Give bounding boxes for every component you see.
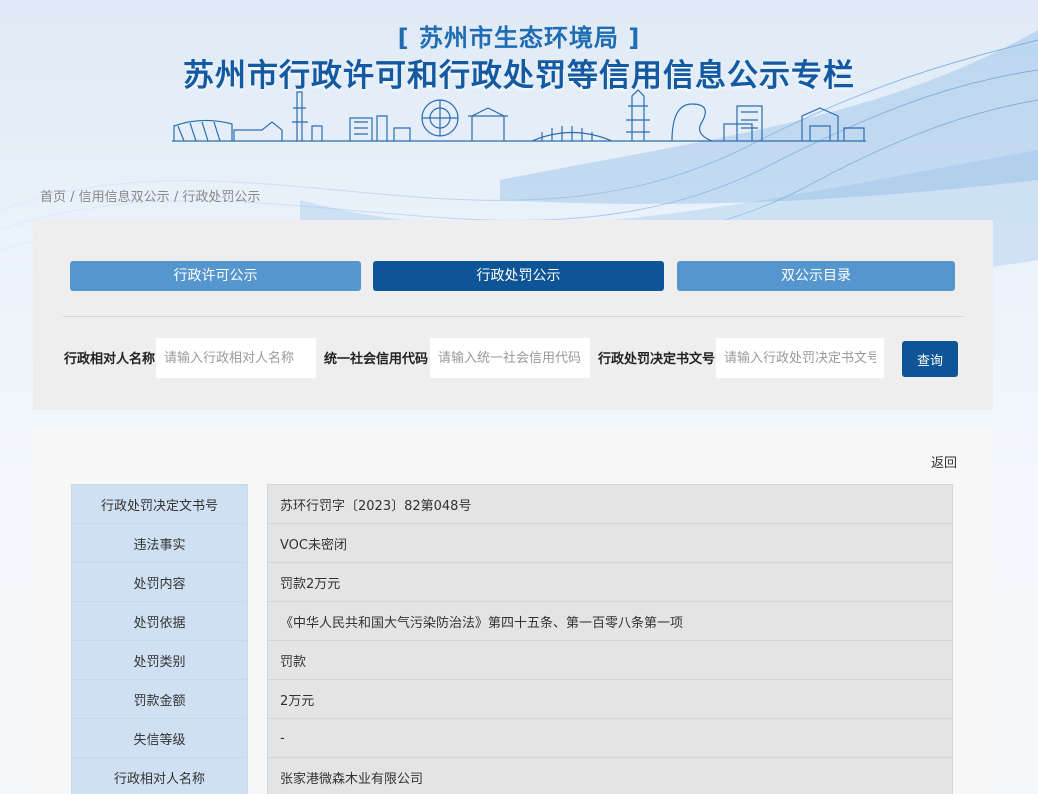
table-row: 失信等级 - bbox=[71, 718, 953, 758]
breadcrumb-home-link[interactable]: 首页 bbox=[40, 190, 66, 205]
row-gap bbox=[247, 718, 268, 758]
row-key: 处罚类别 bbox=[71, 640, 248, 680]
row-gap bbox=[247, 562, 268, 602]
row-key: 处罚依据 bbox=[71, 601, 248, 641]
row-key: 违法事实 bbox=[71, 523, 248, 563]
row-gap bbox=[247, 523, 268, 563]
row-value: 罚款2万元 bbox=[267, 562, 953, 602]
row-gap bbox=[247, 601, 268, 641]
divider bbox=[63, 316, 963, 317]
name-label: 行政相对人名称 bbox=[64, 352, 156, 367]
table-row: 处罚类别 罚款 bbox=[71, 640, 953, 680]
search-panel: 行政许可公示 行政处罚公示 双公示目录 行政相对人名称 统一社会信用代码 行政处… bbox=[33, 220, 993, 410]
tab-admin-license[interactable]: 行政许可公示 bbox=[70, 261, 361, 291]
name-input[interactable] bbox=[156, 338, 316, 378]
row-key: 失信等级 bbox=[71, 718, 248, 758]
row-gap bbox=[247, 757, 268, 794]
city-skyline-illustration bbox=[172, 89, 866, 142]
query-button[interactable]: 查询 bbox=[902, 341, 958, 377]
row-value: 《中华人民共和国大气污染防治法》第四十五条、第一百零八条第一项 bbox=[267, 601, 953, 641]
breadcrumb-separator: / bbox=[169, 190, 183, 205]
table-row: 违法事实 VOC未密闭 bbox=[71, 523, 953, 563]
row-value: 罚款 bbox=[267, 640, 953, 680]
breadcrumb-separator: / bbox=[66, 190, 79, 205]
row-gap bbox=[247, 679, 268, 719]
table-row: 罚款金额 2万元 bbox=[71, 679, 953, 719]
row-key: 行政相对人名称 bbox=[71, 757, 248, 794]
table-row: 处罚依据 《中华人民共和国大气污染防治法》第四十五条、第一百零八条第一项 bbox=[71, 601, 953, 641]
page-header: [ 苏州市生态环境局 ] 苏州市行政许可和行政处罚等信用信息公示专栏 bbox=[0, 0, 1038, 180]
credit-code-input[interactable] bbox=[430, 338, 590, 378]
tab-double-publicity-catalog[interactable]: 双公示目录 bbox=[677, 261, 955, 291]
penalty-detail-table: 行政处罚决定文书号 苏环行罚字〔2023〕82第048号 违法事实 VOC未密闭 处罚内… bbox=[71, 484, 953, 794]
row-value: VOC未密闭 bbox=[267, 523, 953, 563]
table-row: 处罚内容 罚款2万元 bbox=[71, 562, 953, 602]
row-key: 处罚内容 bbox=[71, 562, 248, 602]
row-key: 行政处罚决定文书号 bbox=[71, 484, 248, 524]
decision-number-label: 行政处罚决定书文号 bbox=[598, 352, 716, 367]
breadcrumb: 首页 / 信用信息双公示 / 行政处罚公示 bbox=[40, 186, 260, 205]
table-row: 行政相对人名称 张家港微森木业有限公司 bbox=[71, 757, 953, 794]
row-value: 2万元 bbox=[267, 679, 953, 719]
bureau-subtitle: [ 苏州市生态环境局 ] bbox=[397, 24, 641, 52]
breadcrumb-current: 行政处罚公示 bbox=[182, 190, 261, 205]
back-link[interactable]: 返回 bbox=[931, 452, 957, 471]
row-value: 张家港微森木业有限公司 bbox=[267, 757, 953, 794]
row-gap bbox=[247, 484, 268, 524]
breadcrumb-credit-info-link[interactable]: 信用信息双公示 bbox=[79, 190, 170, 205]
credit-code-label: 统一社会信用代码 bbox=[324, 352, 429, 367]
row-value: - bbox=[267, 718, 953, 758]
row-value: 苏环行罚字〔2023〕82第048号 bbox=[267, 484, 953, 524]
decision-number-input[interactable] bbox=[716, 338, 884, 378]
row-key: 罚款金额 bbox=[71, 679, 248, 719]
table-row: 行政处罚决定文书号 苏环行罚字〔2023〕82第048号 bbox=[71, 484, 953, 524]
tab-admin-penalty[interactable]: 行政处罚公示 bbox=[373, 261, 664, 291]
detail-panel: 返回 行政处罚决定文书号 苏环行罚字〔2023〕82第048号 违法事实 VOC未密闭… bbox=[33, 427, 993, 794]
row-gap bbox=[247, 640, 268, 680]
